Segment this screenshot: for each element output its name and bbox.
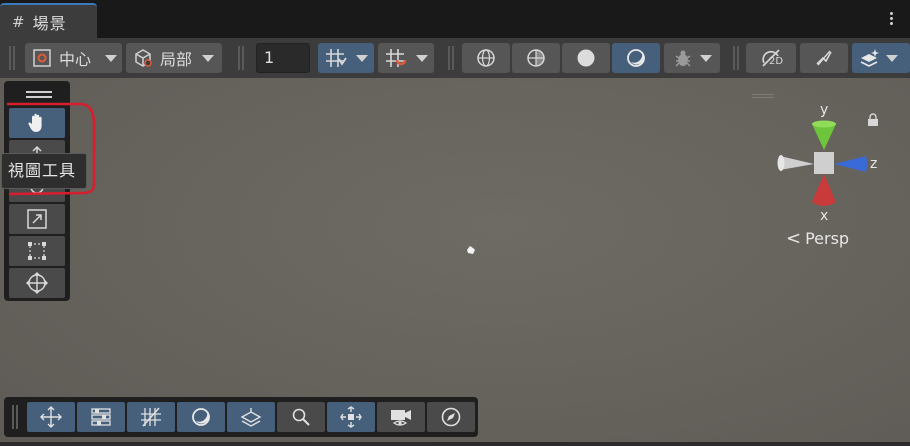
gizmo-y-label: y	[820, 102, 828, 118]
lighting-off-icon: 2D	[762, 49, 783, 67]
grid-snap-icon	[326, 49, 347, 67]
search-icon	[292, 408, 310, 426]
effects-dropdown[interactable]	[852, 43, 910, 73]
scene-toolbar: 中心 局部 1 2D	[0, 38, 910, 78]
grid-snapping-toggle[interactable]	[318, 43, 374, 73]
gizmo-z-axis[interactable]	[834, 156, 867, 172]
compass-button[interactable]	[427, 402, 475, 432]
grid-hash-icon: #	[12, 12, 25, 31]
grid-visibility-button[interactable]	[127, 402, 175, 432]
toolbar-grip[interactable]	[12, 405, 18, 429]
grid-step-input[interactable]: 1	[256, 43, 310, 73]
solid-sphere-icon	[577, 49, 595, 67]
space-dropdown[interactable]: 局部	[126, 43, 222, 73]
scene-viewport[interactable]	[0, 78, 910, 446]
chevron-down-icon	[202, 54, 215, 62]
gizmo-x-label: x	[820, 208, 828, 222]
pivot-center-icon	[33, 49, 51, 67]
pivot-dropdown[interactable]: 中心	[25, 43, 122, 73]
transform-tool-button[interactable]	[9, 268, 65, 298]
bottom-overlay-toolbar	[4, 397, 478, 437]
gizmo-center-cube[interactable]	[814, 152, 834, 174]
gizmo-neg-z-axis[interactable]	[780, 156, 814, 170]
camera-button[interactable]	[377, 402, 425, 432]
navigation-gizmo-button[interactable]	[327, 402, 375, 432]
chevron-down-icon	[416, 54, 428, 62]
projection-label: Persp	[805, 229, 850, 248]
shaded-mode-button[interactable]	[612, 43, 660, 73]
effects-layers-icon	[860, 49, 879, 67]
chevron-down-icon	[700, 54, 712, 62]
unlit-mode-button[interactable]	[562, 43, 610, 73]
gizmo-y-cap	[812, 120, 836, 128]
shaded-sphere-icon	[192, 408, 210, 426]
chevron-down-icon	[886, 54, 898, 62]
camera-eye-icon	[391, 410, 411, 426]
audio-muted-icon	[816, 50, 832, 66]
move-arrows-icon	[40, 406, 62, 428]
local-space-icon	[135, 49, 152, 67]
toolbar-grip[interactable]	[448, 46, 454, 70]
overlay-handle[interactable]	[26, 91, 52, 98]
rect-tool-button[interactable]	[9, 236, 65, 266]
tooltip: 視圖工具	[1, 153, 87, 189]
search-button[interactable]	[277, 402, 325, 432]
mouse-cursor-icon	[467, 246, 475, 254]
draw-mode-button[interactable]	[177, 402, 225, 432]
tab-scene[interactable]: # 場景	[0, 3, 97, 38]
move-handle-button[interactable]	[27, 402, 75, 432]
chevron-left-icon: <	[786, 228, 802, 249]
audio-toggle[interactable]	[800, 43, 848, 73]
tab-scene-label: 場景	[32, 13, 67, 33]
magnet-grid-icon	[386, 49, 407, 67]
more-options-icon[interactable]	[888, 10, 894, 30]
layers-button[interactable]	[227, 402, 275, 432]
viewport-bottom-edge	[0, 442, 910, 446]
grid-lines-icon	[141, 407, 161, 427]
debug-draw-mode-dropdown[interactable]	[664, 43, 720, 73]
pivot-label: 中心	[59, 50, 92, 69]
lock-icon[interactable]	[866, 112, 880, 128]
sliders-button[interactable]	[77, 402, 125, 432]
space-label: 局部	[160, 50, 193, 69]
toolbar-grip[interactable]	[9, 46, 15, 70]
tab-bar: # 場景	[0, 0, 910, 38]
shaded-wire-sphere-icon	[527, 49, 545, 67]
wireframe-sphere-icon	[477, 49, 495, 67]
shaded-wireframe-button[interactable]	[512, 43, 560, 73]
scale-tool-button[interactable]	[9, 204, 65, 234]
gizmo-z-label: z	[870, 156, 877, 172]
layers-icon	[240, 408, 262, 427]
scale-icon	[27, 209, 47, 229]
lighting-toggle[interactable]: 2D	[746, 43, 796, 73]
chevron-down-icon	[356, 54, 368, 62]
transform-icon	[26, 272, 48, 294]
gizmo-neg-z-cap	[777, 155, 785, 171]
center-focus-icon	[340, 406, 362, 428]
incremental-snap-toggle[interactable]	[378, 43, 434, 73]
rect-transform-icon	[28, 242, 46, 260]
shaded-sphere-icon	[627, 49, 645, 67]
sliders-icon	[91, 408, 111, 426]
overlay-drag-handle[interactable]	[752, 94, 774, 98]
wireframe-mode-button[interactable]	[462, 43, 510, 73]
gizmo-x-axis[interactable]	[812, 174, 836, 206]
bug-icon	[675, 50, 691, 67]
projection-toggle[interactable]: < Persp	[786, 228, 849, 249]
toolbar-grip[interactable]	[733, 46, 739, 70]
toolbar-grip[interactable]	[238, 46, 244, 70]
chevron-down-icon	[105, 54, 118, 62]
compass-icon	[441, 407, 461, 427]
